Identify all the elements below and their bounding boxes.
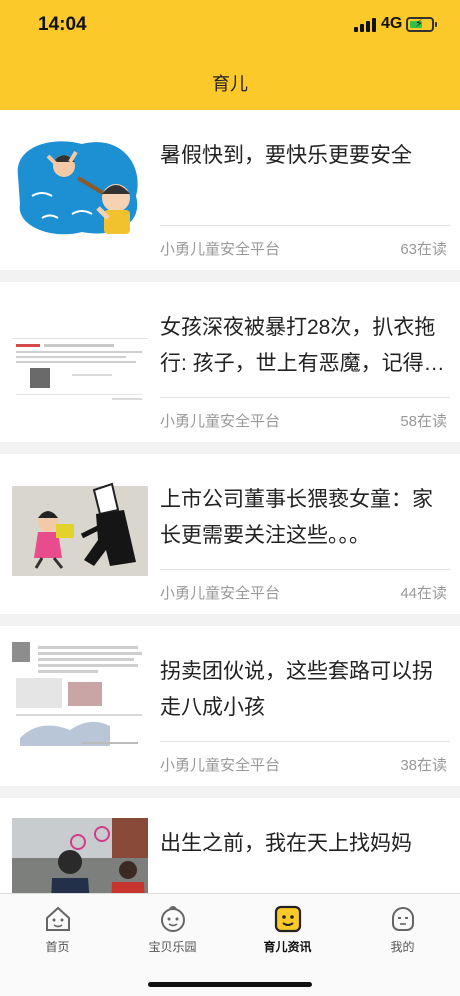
article-thumbnail — [12, 126, 148, 242]
status-time: 14:04 — [38, 14, 87, 35]
signal-icon — [354, 18, 376, 32]
divider — [160, 225, 450, 226]
article-readers: 38在读 — [400, 757, 447, 774]
article-readers: 63在读 — [400, 241, 447, 258]
tab-label: 首页 — [45, 940, 70, 954]
tab-profile[interactable]: 我的 — [345, 900, 460, 960]
battery-icon: ⚡ — [406, 17, 437, 32]
article-thumbnail — [12, 298, 148, 414]
divider — [160, 569, 450, 570]
divider — [160, 741, 450, 742]
article-card[interactable]: 出生之前，我在天上找妈妈 — [0, 798, 460, 893]
article-card[interactable]: 女孩深夜被暴打28次，扒衣拖行: 孩子，世上有恶魔，记得… 小勇儿童安全平台 5… — [0, 282, 460, 442]
article-readers: 44在读 — [400, 585, 447, 602]
article-readers: 58在读 — [400, 413, 447, 430]
home-indicator — [148, 982, 312, 987]
tab-label: 育儿资讯 — [263, 940, 312, 954]
article-source: 小勇儿童安全平台 — [160, 413, 281, 430]
tab-label: 宝贝乐园 — [148, 940, 197, 954]
status-bar: 14:04 4G ⚡ — [0, 0, 460, 48]
article-thumbnail — [12, 642, 148, 758]
article-thumbnail — [12, 470, 148, 586]
article-feed[interactable]: 暑假快到，要快乐更要安全 小勇儿童安全平台 63在读 女孩深夜被暴打28次，扒衣… — [0, 110, 460, 893]
article-source: 小勇儿童安全平台 — [160, 757, 281, 774]
article-title[interactable]: 拐卖团伙说，这些套路可以拐走八成小孩 — [160, 654, 450, 726]
article-source: 小勇儿童安全平台 — [160, 241, 281, 258]
article-card[interactable]: 拐卖团伙说，这些套路可以拐走八成小孩 小勇儿童安全平台 38在读 — [0, 626, 460, 786]
article-title[interactable]: 女孩深夜被暴打28次，扒衣拖行: 孩子，世上有恶魔，记得… — [160, 310, 450, 382]
tab-baby-park[interactable]: 宝贝乐园 — [115, 900, 230, 960]
network-type: 4G — [381, 15, 403, 32]
baby-face-icon — [160, 906, 185, 932]
profile-icon — [391, 907, 414, 931]
parenting-news-icon — [274, 905, 301, 933]
article-source: 小勇儿童安全平台 — [160, 585, 281, 602]
divider — [160, 397, 450, 398]
home-icon — [45, 906, 70, 931]
article-title[interactable]: 上市公司董事长猥亵女童：家长更需要关注这些。。。 — [160, 482, 450, 554]
article-thumbnail — [12, 818, 148, 893]
article-card[interactable]: 暑假快到，要快乐更要安全 小勇儿童安全平台 63在读 — [0, 110, 460, 270]
tab-label: 我的 — [390, 940, 415, 954]
article-title[interactable]: 出生之前，我在天上找妈妈 — [160, 826, 450, 862]
tab-bar: 首页 宝贝乐园 育儿资讯 我的 — [0, 893, 460, 996]
app-header: 14:04 4G ⚡ 育儿 — [0, 0, 460, 110]
tab-home[interactable]: 首页 — [0, 900, 115, 960]
article-card[interactable]: 上市公司董事长猥亵女童：家长更需要关注这些。。。 小勇儿童安全平台 44在读 — [0, 454, 460, 614]
tab-parenting-news[interactable]: 育儿资讯 — [230, 900, 345, 960]
page-title: 育儿 — [212, 74, 248, 94]
article-title[interactable]: 暑假快到，要快乐更要安全 — [160, 138, 450, 174]
